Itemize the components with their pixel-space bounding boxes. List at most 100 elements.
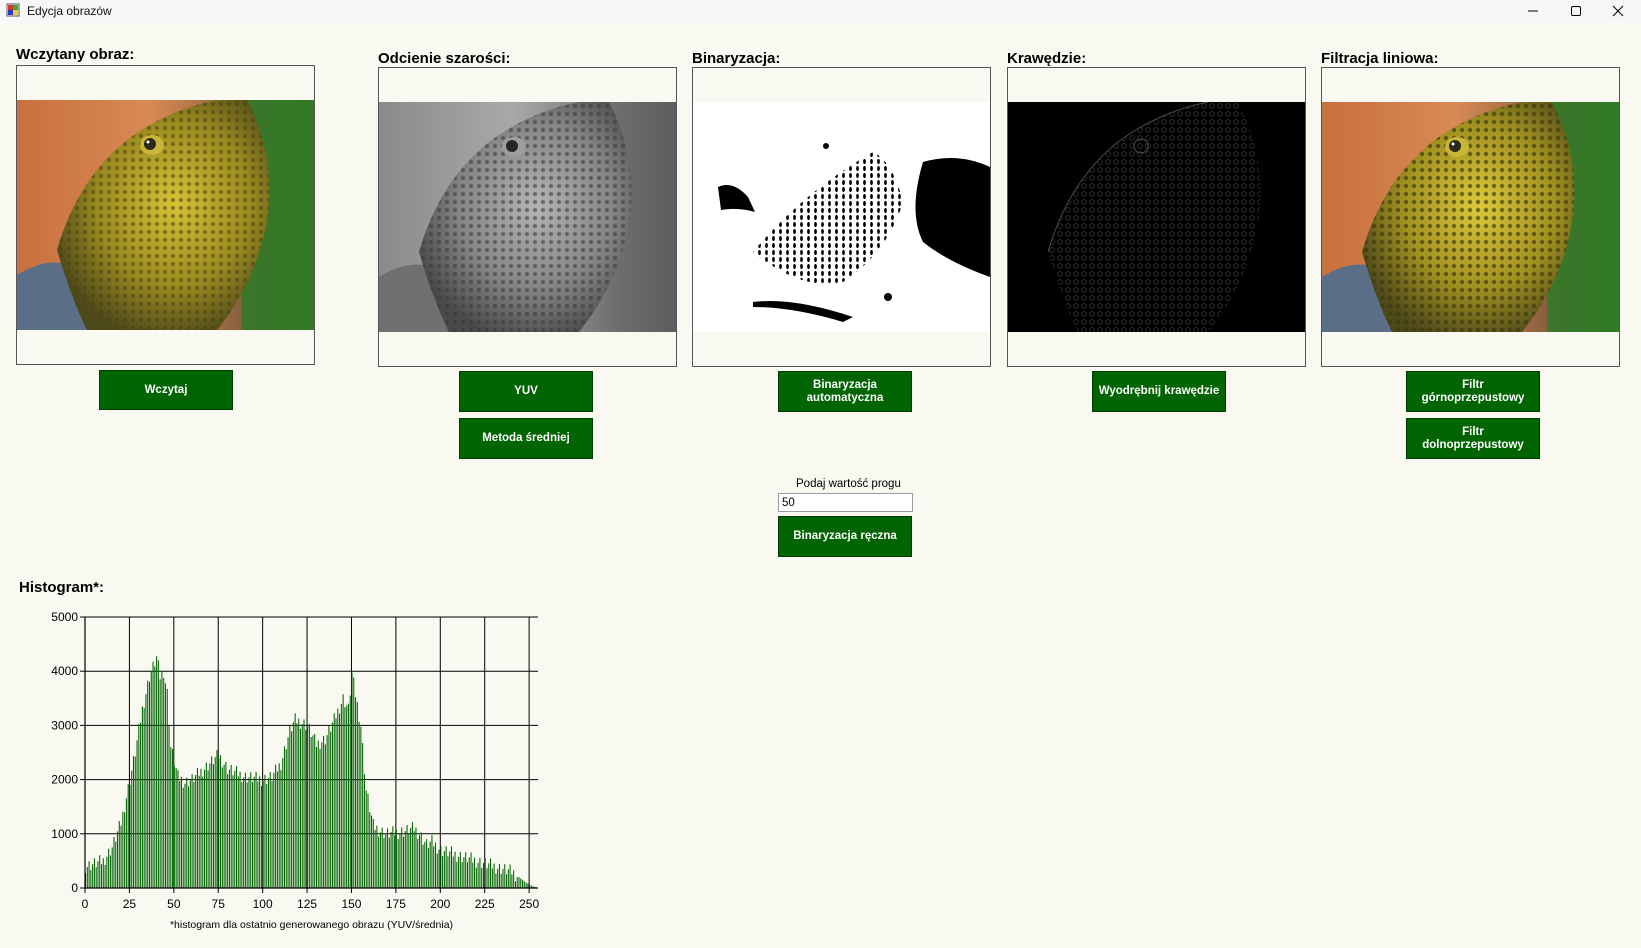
histogram-bar [140, 722, 142, 888]
histogram-bar [278, 763, 280, 888]
close-button[interactable] [1595, 0, 1641, 22]
histogram-bar [388, 837, 390, 888]
histogram-bar [234, 770, 236, 888]
histogram-bar [513, 870, 515, 888]
manual-binarization-button[interactable]: Binaryzacja ręczna [778, 516, 912, 557]
highpass-filter-button[interactable]: Filtr górnoprzepustowy [1406, 371, 1540, 412]
histogram-bar [331, 722, 333, 888]
histogram-bar [282, 758, 284, 888]
filtering-image-box [1321, 67, 1620, 367]
histogram-bar [488, 863, 490, 888]
yuv-button[interactable]: YUV [459, 371, 593, 412]
histogram-bar [502, 869, 504, 888]
histogram-bar [479, 857, 481, 888]
histogram-bar [399, 833, 401, 888]
histogram-bar [253, 776, 255, 888]
histogram-bar [344, 707, 346, 888]
histogram-bar [509, 864, 511, 888]
histogram-bar [227, 774, 229, 888]
histogram-bar [410, 828, 412, 888]
histogram-bar [299, 728, 302, 888]
histogram-bar [408, 834, 410, 888]
histogram-bar [273, 772, 275, 888]
histogram-bar [195, 774, 197, 888]
histogram-bar [482, 863, 484, 888]
threshold-label: Podaj wartość progu [796, 478, 901, 490]
auto-binarization-button[interactable]: Binaryzacja automatyczna [778, 371, 912, 412]
histogram-bar [466, 862, 469, 888]
histogram-bar [378, 836, 380, 888]
histogram-bar [170, 747, 172, 888]
histogram-bar [449, 851, 451, 888]
histogram-bar [196, 767, 198, 888]
histogram-bar [395, 829, 397, 888]
histogram-bar [443, 851, 445, 888]
histogram-bar [372, 818, 374, 888]
histogram-bar [362, 743, 364, 888]
histogram-bar [191, 774, 193, 888]
histogram-bar [124, 812, 126, 888]
histogram-bar [100, 864, 103, 888]
histogram-bar [342, 694, 344, 888]
histogram-bar [127, 784, 129, 888]
histogram-bar [385, 833, 387, 888]
histogram-bar [296, 723, 298, 888]
histogram-bar [463, 857, 465, 888]
histogram-bar [310, 737, 312, 888]
histogram-bar [470, 852, 472, 888]
maximize-button[interactable] [1553, 0, 1599, 22]
histogram-bar [379, 832, 381, 888]
histogram-bar [251, 782, 254, 888]
histogram-bar [260, 786, 262, 888]
histogram-bar [136, 740, 138, 888]
histogram-bar [520, 878, 522, 888]
histogram-bar [161, 671, 163, 888]
x-tick-label: 150 [341, 897, 361, 911]
histogram-bar [225, 761, 227, 888]
histogram-bar [475, 867, 477, 888]
histogram-bar [214, 757, 216, 888]
histogram-bar [250, 772, 252, 888]
histogram-bar [138, 724, 140, 888]
histogram-bar [381, 827, 383, 888]
histogram-bar [417, 838, 419, 888]
histogram-bar [413, 831, 415, 888]
histogram-bar [157, 660, 159, 888]
grayscale-image [379, 102, 676, 332]
histogram-bar [287, 737, 289, 888]
histogram-bar [236, 766, 238, 888]
histogram-bar [477, 862, 479, 888]
histogram-bar [347, 703, 349, 888]
edges-heading: Krawędzie: [1007, 50, 1087, 67]
histogram-bar [269, 772, 271, 888]
histogram-bar [266, 783, 268, 888]
histogram-bar [486, 868, 488, 888]
histogram-bar [349, 695, 351, 888]
histogram-bar [374, 829, 376, 888]
histogram-bar [312, 735, 314, 888]
binarization-image [693, 102, 990, 332]
histogram-bar [333, 713, 335, 888]
histogram-bar [495, 873, 497, 888]
histogram-bar [122, 811, 124, 888]
extract-edges-button[interactable]: Wyodrębnij krawędzie [1092, 371, 1226, 412]
minimize-button[interactable] [1510, 0, 1556, 22]
histogram-bar [358, 721, 360, 888]
grayscale-image-box [378, 67, 677, 367]
histogram-bar [189, 780, 191, 888]
histogram-bar [383, 837, 385, 888]
histogram-bar [152, 661, 154, 888]
histogram-bar [184, 783, 186, 888]
histogram-bar [411, 822, 413, 888]
edges-image-box [1007, 67, 1306, 367]
histogram-bar [436, 853, 438, 888]
lowpass-filter-button[interactable]: Filtr dolnoprzepustowy [1406, 418, 1540, 459]
histogram-bar [392, 826, 394, 888]
threshold-input[interactable] [778, 493, 913, 512]
histogram-bar [426, 839, 428, 888]
title-bar: Edycja obrazów [0, 0, 1641, 22]
load-button[interactable]: Wczytaj [99, 370, 233, 410]
histogram-bar [328, 725, 330, 888]
histogram-bar [166, 688, 168, 888]
average-method-button[interactable]: Metoda średniej [459, 418, 593, 459]
